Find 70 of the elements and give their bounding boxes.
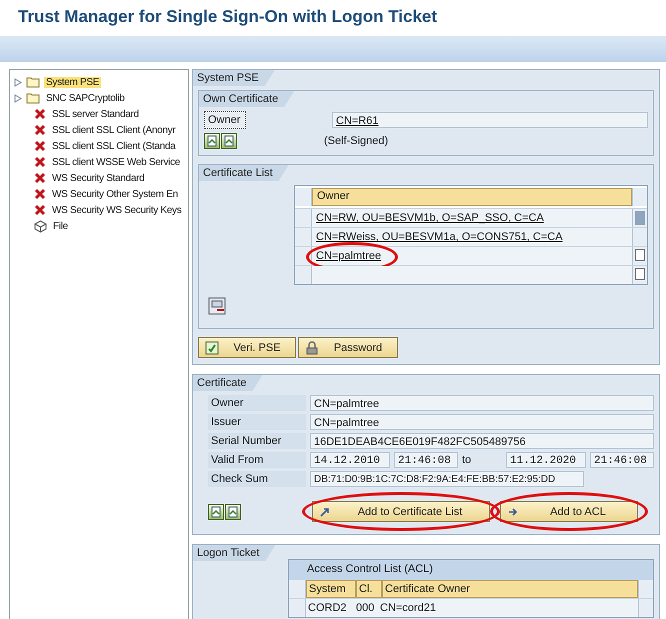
table-cell: CN=cord21 [378,599,638,617]
time-field[interactable]: 21:46:08 [394,452,458,468]
column-header[interactable]: Owner [312,188,632,206]
certificate-icon [205,340,219,354]
value-field[interactable]: CN=palmtree [310,395,654,411]
value-field[interactable]: DB:71:D0:9B:1C:7C:D8:F2:9A:E4:FE:BB:57:E2:95:DD [310,471,584,487]
arrow-icon [319,506,331,518]
lock-icon [305,340,319,354]
scrollbar-thumb[interactable] [635,211,645,225]
date-field[interactable]: 14.12.2010 [310,452,390,468]
folder-icon [26,92,40,104]
field-label: Owner [204,111,246,129]
time-field[interactable]: 21:46:08 [590,452,654,468]
status-text: (Self-Signed) [324,135,388,147]
tree-item[interactable]: SSL client SSL Client (Standa [50,140,178,152]
group-title: Certificate [193,375,263,391]
tree-item[interactable]: System PSE [44,76,102,88]
cube-icon [34,220,47,232]
certificate-icon[interactable] [221,133,237,149]
certificate-icon[interactable] [204,133,220,149]
column-header[interactable]: Certificate Owner [382,580,638,598]
add-to-list-button[interactable]: Add to Certificate List [312,501,490,522]
cross-icon [34,188,46,200]
folder-icon [26,76,40,88]
tree-item[interactable]: File [51,220,70,232]
field-label: Serial Number [208,433,306,449]
scroll-down-button[interactable] [635,268,645,280]
group-title: Own Certificate [199,91,294,107]
tree-item[interactable]: SSL server Standard [50,108,141,120]
cross-icon [34,124,46,136]
field-label: Issuer [208,414,306,430]
arrow-icon [507,506,519,518]
column-header[interactable]: Cl. [356,580,382,598]
tree-item[interactable]: WS Security WS Security Keys [50,204,184,216]
tree-item[interactable]: SSL client SSL Client (Anonyr [50,124,178,136]
cross-icon [34,140,46,152]
table-cell: CORD2 [306,599,354,617]
tree-item[interactable]: SNC SAPCryptolib [44,92,127,104]
row-selector[interactable] [295,247,312,265]
cross-icon [34,204,46,216]
certificate-icon[interactable] [225,504,241,520]
owner-field[interactable]: CN=R61 [332,112,648,128]
cross-icon [34,156,46,168]
verify-button[interactable]: Veri. PSE [198,337,296,358]
range-label: to [462,454,472,466]
table-cell: 000 [354,599,378,617]
column-header[interactable]: System [306,580,356,598]
value-field[interactable]: CN=palmtree [310,414,654,430]
group-title: Certificate List [199,165,289,181]
password-button[interactable]: Password [298,337,398,358]
window-title: Trust Manager for Single Sign-On with Logon Ticket [17,6,438,28]
tree-item[interactable]: SSL client WSSE Web Service [50,156,182,168]
delete-icon[interactable] [208,297,226,315]
field-label: Owner [208,395,306,411]
cross-icon [34,172,46,184]
value-field[interactable]: 16DE1DEAB4CE6E019F482FC505489756 [310,433,654,449]
scrollbar-track [632,188,647,206]
group-title: System PSE [193,70,275,86]
certificate-icon[interactable] [208,504,224,520]
tree-item[interactable]: WS Security Other System En [50,188,180,200]
table-title: Access Control List (ACL) [306,562,434,577]
cross-icon [34,108,46,120]
field-label: Check Sum [208,471,306,487]
tree-item[interactable]: WS Security Standard [50,172,146,184]
scroll-up-button[interactable] [635,249,645,261]
field-label: Valid From [208,452,306,468]
date-field[interactable]: 11.12.2020 [506,452,586,468]
add-acl-button[interactable]: Add to ACL [500,501,638,522]
group-title: Logon Ticket [193,545,276,561]
owner-link[interactable]: CN=palmtree [316,250,382,262]
